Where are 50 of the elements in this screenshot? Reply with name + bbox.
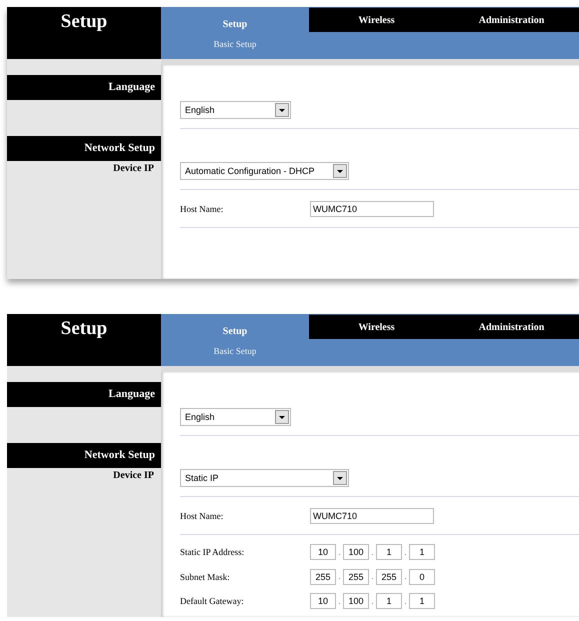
tab-label[interactable]: Setup <box>222 19 248 30</box>
ip-octet-field[interactable]: 100 <box>343 593 369 610</box>
tab[interactable]: Administration <box>444 7 579 32</box>
page-title: Setup <box>60 317 108 338</box>
octet-separator: . <box>403 596 408 606</box>
tab-label[interactable]: Administration <box>478 14 544 26</box>
device-ip-select[interactable]: Automatic Configuration - DHCP <box>180 162 349 180</box>
octet-separator: . <box>370 572 375 582</box>
octet-separator: . <box>403 572 408 582</box>
tab-label[interactable]: Administration <box>478 322 544 332</box>
field-label: Static IP Address: <box>180 547 246 558</box>
page-title: Setup <box>60 10 108 31</box>
ip-octet-field[interactable]: 1 <box>409 544 435 560</box>
language-select[interactable]: English <box>180 101 291 119</box>
section-label: Device IP <box>112 162 155 174</box>
tab[interactable]: Wireless <box>309 314 444 339</box>
ip-octet-field[interactable]: 100 <box>343 544 369 560</box>
tab-label[interactable]: Wireless <box>358 322 395 332</box>
section-heading: Network Setup <box>7 443 161 468</box>
ip-octet-field[interactable]: 0 <box>409 568 435 585</box>
device-ip-select[interactable]: Static IP <box>180 469 349 487</box>
octet-separator: . <box>337 572 342 582</box>
ip-octet-field[interactable]: 255 <box>376 568 402 585</box>
ip-octet-field[interactable]: 1 <box>376 544 402 560</box>
tab-label[interactable]: Setup <box>222 326 248 337</box>
tab[interactable]: Administration <box>444 314 579 339</box>
tab[interactable]: Wireless <box>309 7 444 32</box>
octet-separator: . <box>337 596 342 606</box>
tab-label[interactable]: Wireless <box>358 14 395 26</box>
octet-separator: . <box>337 548 342 557</box>
ip-octet-field[interactable]: 1 <box>409 593 435 610</box>
ip-octet-field[interactable]: 10 <box>310 544 336 560</box>
section-heading: Language <box>7 75 161 100</box>
section-label: Device IP <box>112 469 155 481</box>
octet-separator: . <box>370 596 375 606</box>
host-name-field[interactable]: WUMC710 <box>310 200 434 216</box>
octet-separator: . <box>403 548 408 557</box>
ip-octet-field[interactable]: 10 <box>310 593 336 610</box>
field-label: Default Gateway: <box>180 596 245 606</box>
ip-octet-field[interactable]: 1 <box>376 593 402 610</box>
host-name-field[interactable]: WUMC710 <box>310 508 434 524</box>
octet-separator: . <box>370 548 375 557</box>
section-heading: Network Setup <box>7 136 161 161</box>
field-label: Host Name: <box>180 510 224 520</box>
field-label: Host Name: <box>180 204 224 214</box>
ip-octet-field[interactable]: 255 <box>343 568 369 585</box>
language-select[interactable]: English <box>180 408 291 426</box>
section-heading: Language <box>7 382 161 407</box>
field-label: Subnet Mask: <box>180 572 231 582</box>
ip-octet-field[interactable]: 255 <box>310 568 336 585</box>
